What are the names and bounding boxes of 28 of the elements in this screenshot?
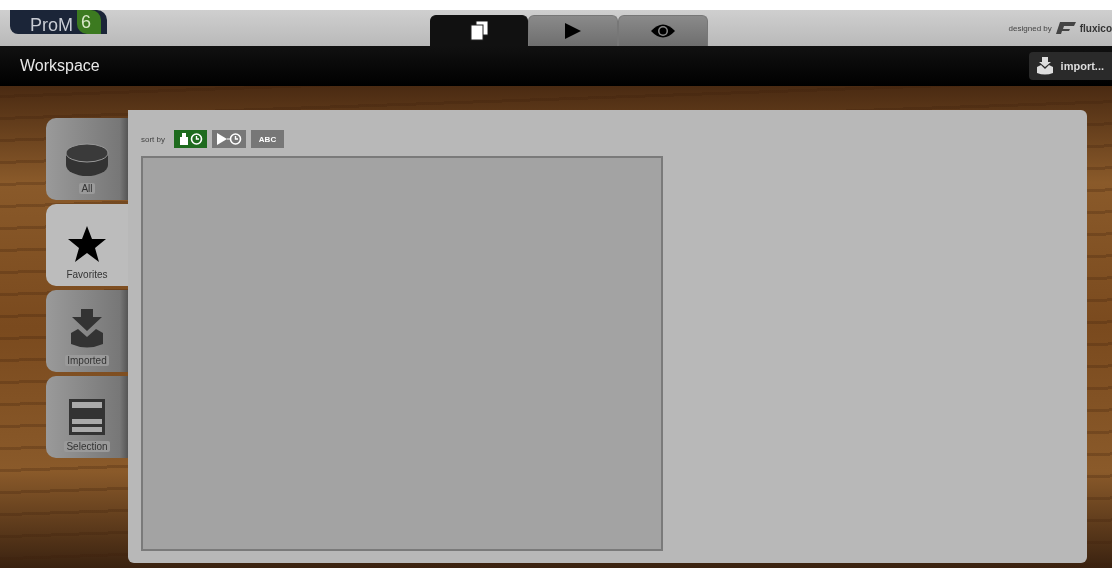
sort-button[interactable]: ABC bbox=[251, 130, 284, 148]
import-button[interactable]: import... bbox=[1028, 52, 1112, 80]
mode-tab[interactable] bbox=[528, 15, 618, 46]
sidebar-tab[interactable]: Favorites bbox=[46, 204, 128, 286]
import-icon bbox=[1036, 57, 1053, 75]
sidebar-tab[interactable]: Imported bbox=[46, 290, 128, 372]
sidebar-tab[interactable]: Selection bbox=[46, 376, 128, 458]
sort-button[interactable] bbox=[174, 130, 207, 148]
download-icon bbox=[70, 309, 104, 349]
play-clock-icon bbox=[216, 133, 242, 145]
play-icon bbox=[564, 22, 582, 40]
star-icon bbox=[67, 225, 107, 263]
sidebar-tab[interactable]: All bbox=[46, 118, 128, 200]
pages-icon bbox=[470, 21, 488, 41]
eye-icon bbox=[650, 22, 676, 40]
sort-label: sort by bbox=[141, 134, 165, 144]
designed-by-text: designed by bbox=[1008, 23, 1052, 33]
logo-version: 6 bbox=[77, 10, 102, 34]
brand-name: fluxico bbox=[1079, 22, 1112, 34]
sort-button[interactable] bbox=[212, 130, 246, 148]
mode-tab[interactable] bbox=[618, 15, 708, 46]
database-icon bbox=[65, 143, 109, 177]
workspace-title: Workspace bbox=[20, 57, 100, 75]
brand-logo-icon bbox=[1055, 22, 1076, 34]
import-clock-icon bbox=[178, 133, 203, 145]
logo-name: ProM bbox=[30, 16, 73, 34]
list-icon bbox=[69, 399, 105, 435]
mode-tab[interactable] bbox=[430, 15, 528, 46]
